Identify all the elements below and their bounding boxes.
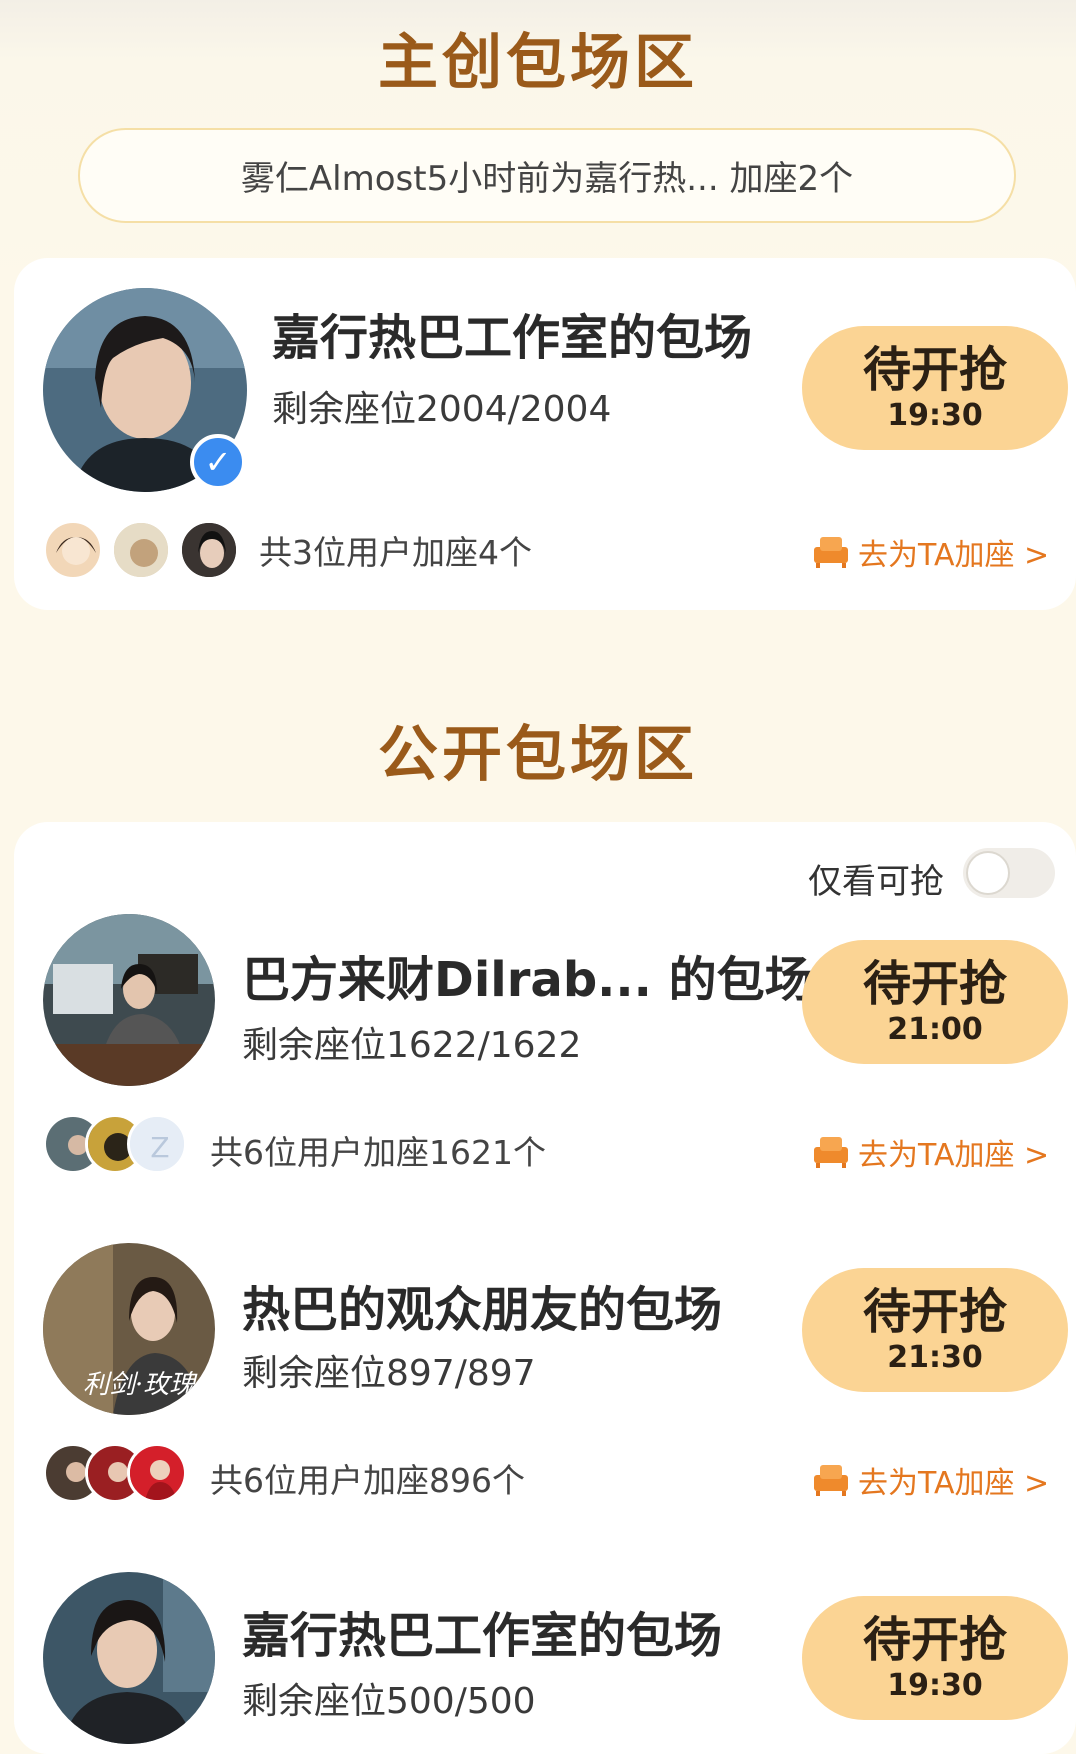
toggle-knob bbox=[966, 851, 1010, 895]
creator-screening-card[interactable]: ✓ 嘉行热巴工作室的包场 剩余座位2004/2004 待开抢 19:30 共3位… bbox=[14, 258, 1076, 610]
notice-banner: 雾仁Almost5小时前为嘉行热... 加座2个 bbox=[78, 128, 1016, 223]
grab-button[interactable]: 待开抢 21:00 bbox=[802, 940, 1068, 1064]
user-avatar bbox=[111, 520, 171, 580]
joined-users-avatars bbox=[43, 1443, 193, 1503]
grab-button-label: 待开抢 bbox=[862, 342, 1007, 398]
grab-button-time: 19:30 bbox=[887, 1668, 983, 1703]
joined-users-text: 共6位用户加座1621个 bbox=[210, 1133, 546, 1172]
add-seat-link[interactable]: 去为TA加座 > bbox=[812, 530, 1049, 574]
add-seat-label: 去为TA加座 > bbox=[858, 1466, 1050, 1501]
card-title: 巴方来财Dilrab... 的包场 bbox=[242, 952, 813, 1008]
card-title: 嘉行热巴工作室的包场 bbox=[242, 1608, 723, 1664]
add-seat-label: 去为TA加座 > bbox=[858, 1138, 1050, 1173]
sofa-icon bbox=[814, 1137, 848, 1168]
user-avatar bbox=[43, 520, 103, 580]
user-avatar bbox=[127, 1443, 187, 1503]
grab-button[interactable]: 待开抢 19:30 bbox=[802, 1596, 1068, 1720]
notice-text: 雾仁Almost5小时前为嘉行热... 加座2个 bbox=[240, 159, 854, 199]
filter-toggle[interactable] bbox=[963, 848, 1055, 898]
sofa-icon bbox=[814, 537, 848, 568]
grab-button-time: 21:00 bbox=[887, 1012, 983, 1047]
filter-label: 仅看可抢 bbox=[808, 862, 944, 902]
host-avatar[interactable]: 利剑·玫瑰 bbox=[43, 1243, 215, 1415]
grab-button[interactable]: 待开抢 21:30 bbox=[802, 1268, 1068, 1392]
user-avatar: Z bbox=[127, 1114, 187, 1174]
card-title: 嘉行热巴工作室的包场 bbox=[272, 310, 753, 366]
host-avatar[interactable] bbox=[43, 1572, 215, 1744]
add-seat-link[interactable]: 去为TA加座 > bbox=[812, 1458, 1049, 1502]
joined-users-avatars bbox=[43, 520, 253, 580]
add-seat-link[interactable]: 去为TA加座 > bbox=[812, 1130, 1049, 1174]
host-avatar[interactable] bbox=[43, 914, 215, 1086]
svg-text:Z: Z bbox=[150, 1131, 169, 1164]
grab-button-label: 待开抢 bbox=[862, 1284, 1007, 1340]
grab-button-time: 21:30 bbox=[887, 1340, 983, 1375]
joined-users-text: 共6位用户加座896个 bbox=[210, 1461, 525, 1500]
seats-remaining: 剩余座位897/897 bbox=[242, 1353, 536, 1394]
user-avatar bbox=[179, 520, 239, 580]
verified-icon: ✓ bbox=[190, 434, 246, 490]
joined-users-avatars: Z bbox=[43, 1114, 193, 1174]
section-title-public: 公开包场区 bbox=[378, 720, 698, 790]
grab-button-label: 待开抢 bbox=[862, 1612, 1007, 1668]
add-seat-label: 去为TA加座 > bbox=[858, 538, 1050, 573]
section-title-creator: 主创包场区 bbox=[378, 28, 698, 98]
joined-users-text: 共3位用户加座4个 bbox=[259, 533, 532, 572]
seats-remaining: 剩余座位1622/1622 bbox=[242, 1025, 582, 1066]
svg-text:利剑·玫瑰: 利剑·玫瑰 bbox=[83, 1370, 198, 1400]
card-title: 热巴的观众朋友的包场 bbox=[242, 1282, 723, 1338]
grab-button-label: 待开抢 bbox=[862, 956, 1007, 1012]
seats-remaining: 剩余座位500/500 bbox=[242, 1681, 536, 1722]
grab-button[interactable]: 待开抢 19:30 bbox=[802, 326, 1068, 450]
seats-remaining: 剩余座位2004/2004 bbox=[272, 389, 612, 430]
grab-button-time: 19:30 bbox=[887, 398, 983, 433]
checkmark-icon: ✓ bbox=[204, 443, 232, 481]
sofa-icon bbox=[814, 1465, 848, 1496]
